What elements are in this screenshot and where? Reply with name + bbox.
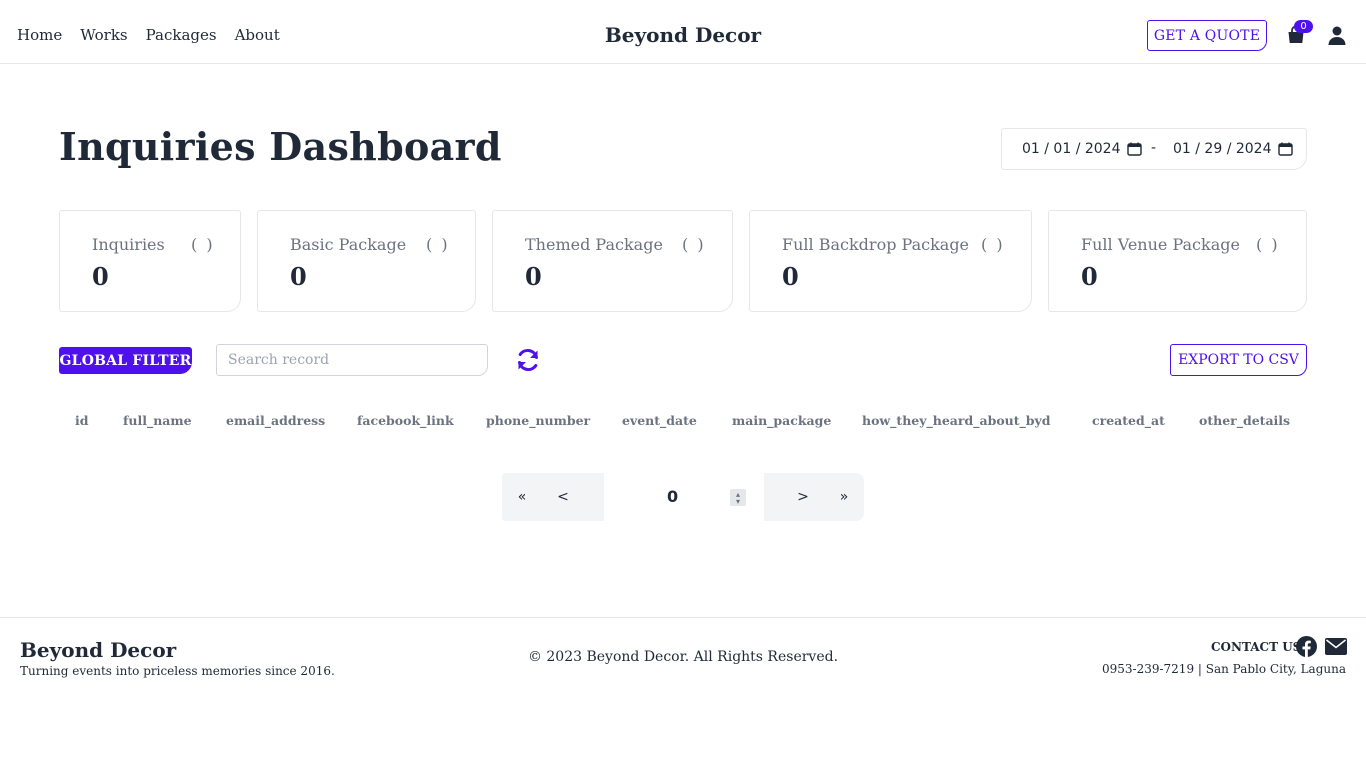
- get-a-quote-button[interactable]: GET A QUOTE: [1147, 20, 1267, 51]
- end-date-value: 01 / 29 / 2024: [1173, 141, 1272, 157]
- brand-logo-text[interactable]: Beyond Decor: [605, 23, 761, 47]
- pagination: « < 0 ▴ ▾ > »: [502, 473, 864, 521]
- column-header-full-name[interactable]: full_name: [123, 413, 192, 428]
- stat-card-label: Inquiries: [92, 235, 165, 254]
- stat-card-value: 0: [782, 262, 799, 291]
- calendar-icon[interactable]: [1277, 142, 1293, 156]
- nav-link-home[interactable]: Home: [17, 26, 62, 44]
- stepper-down-icon[interactable]: ▾: [736, 497, 740, 505]
- end-date-input[interactable]: 01 / 29 / 2024: [1173, 141, 1293, 157]
- stat-card-label: Themed Package: [525, 235, 663, 254]
- stat-card-full-backdrop-package: Full Backdrop Package ( ) 0: [749, 210, 1032, 312]
- column-header-created-at[interactable]: created_at: [1092, 413, 1165, 428]
- column-header-facebook-link[interactable]: facebook_link: [357, 413, 454, 428]
- stat-card-percent: ( ): [981, 235, 1005, 254]
- page-number-value: 0: [667, 487, 679, 506]
- stat-card-full-venue-package: Full Venue Package ( ) 0: [1048, 210, 1307, 312]
- nav-link-packages[interactable]: Packages: [146, 26, 217, 44]
- top-navbar: Home Works Packages About Beyond Decor G…: [0, 0, 1366, 64]
- next-page-button[interactable]: >: [764, 473, 824, 521]
- user-icon[interactable]: [1328, 26, 1346, 45]
- refresh-icon[interactable]: [515, 347, 541, 373]
- stat-card-value: 0: [525, 262, 542, 291]
- nav-link-works[interactable]: Works: [80, 26, 127, 44]
- column-header-id[interactable]: id: [75, 413, 89, 428]
- page-number-stepper[interactable]: ▴ ▾: [730, 489, 746, 506]
- search-input[interactable]: [216, 344, 488, 376]
- calendar-icon[interactable]: [1126, 142, 1142, 156]
- date-range-picker: 01 / 01 / 2024 - 01 / 29 / 2024: [1001, 128, 1307, 170]
- column-header-other-details[interactable]: other_details: [1199, 413, 1290, 428]
- stat-card-basic-package: Basic Package ( ) 0: [257, 210, 476, 312]
- previous-page-button[interactable]: <: [542, 473, 604, 521]
- column-header-email-address[interactable]: email_address: [226, 413, 325, 428]
- stat-card-label: Basic Package: [290, 235, 407, 254]
- last-page-button[interactable]: »: [824, 473, 864, 521]
- stat-card-label: Full Backdrop Package: [782, 235, 970, 254]
- date-range-separator: -: [1151, 140, 1157, 156]
- main-nav: Home Works Packages About: [17, 26, 280, 44]
- column-header-how-they-heard[interactable]: how_they_heard_about_byd: [862, 413, 1051, 428]
- facebook-icon[interactable]: [1296, 636, 1317, 657]
- stat-card-value: 0: [92, 262, 109, 291]
- stat-card-inquiries: Inquiries ( ) 0: [59, 210, 241, 312]
- footer-tagline: Turning events into priceless memories s…: [20, 664, 335, 678]
- column-header-phone-number[interactable]: phone_number: [486, 413, 590, 428]
- previous-page-label: <: [557, 489, 569, 505]
- next-page-label: >: [797, 489, 809, 505]
- stat-card-value: 0: [1081, 262, 1098, 291]
- email-icon[interactable]: [1325, 638, 1347, 655]
- column-header-event-date[interactable]: event_date: [622, 413, 697, 428]
- first-page-button[interactable]: «: [502, 473, 542, 521]
- stat-card-percent: ( ): [426, 235, 450, 254]
- start-date-input[interactable]: 01 / 01 / 2024: [1022, 141, 1142, 157]
- stat-card-themed-package: Themed Package ( ) 0: [492, 210, 733, 312]
- stat-card-value: 0: [290, 262, 307, 291]
- stat-card-percent: ( ): [1256, 235, 1280, 254]
- global-filter-label: GLOBAL FILTER: [59, 347, 192, 374]
- cart-count-badge: 0: [1294, 20, 1313, 33]
- column-header-main-package[interactable]: main_package: [732, 413, 831, 428]
- page-title: Inquiries Dashboard: [59, 124, 502, 169]
- stat-card-percent: ( ): [191, 235, 215, 254]
- footer-address: 0953-239-7219 | San Pablo City, Laguna: [1101, 662, 1346, 676]
- start-date-value: 01 / 01 / 2024: [1022, 141, 1121, 157]
- stat-card-percent: ( ): [682, 235, 706, 254]
- contact-us-label: CONTACT US: [1211, 640, 1302, 654]
- nav-link-about[interactable]: About: [235, 26, 280, 44]
- export-csv-button[interactable]: EXPORT TO CSV: [1170, 344, 1307, 376]
- page-number-input[interactable]: 0 ▴ ▾: [612, 483, 752, 511]
- site-footer: Beyond Decor Turning events into pricele…: [0, 617, 1366, 768]
- stat-card-label: Full Venue Package: [1081, 235, 1240, 254]
